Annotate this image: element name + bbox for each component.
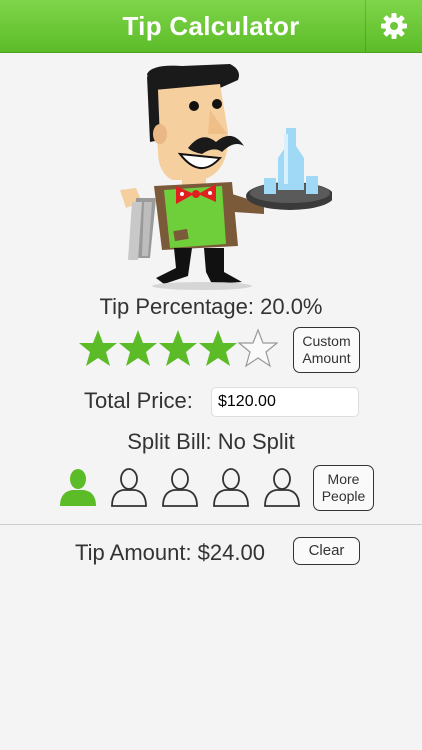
star-icon[interactable] [198,328,238,368]
person-outline-icon[interactable] [159,466,201,508]
total-price-input[interactable] [211,387,359,417]
person-outline-icon[interactable] [210,466,252,508]
star-icon[interactable] [78,328,118,368]
settings-button[interactable] [365,0,422,52]
clear-button[interactable]: Clear [293,537,360,565]
star-outline-icon[interactable] [238,328,278,368]
custom-amount-button[interactable]: Custom Amount [293,327,360,373]
person-outline-icon[interactable] [261,466,303,508]
waiter-illustration [120,64,332,290]
total-price-label: Total Price: [84,388,193,413]
more-people-button[interactable]: More People [313,465,374,511]
star-icon[interactable] [118,328,158,368]
tip-percentage-label: Tip Percentage: 20.0% [99,294,323,319]
star-icon[interactable] [158,328,198,368]
split-bill-label: Split Bill: No Split [127,429,295,454]
tip-amount-label: Tip Amount: $24.00 [75,540,265,565]
person-filled-icon[interactable] [57,466,99,508]
app-title: Tip Calculator [122,11,300,41]
nav-bar: Tip Calculator [0,0,422,53]
person-outline-icon[interactable] [108,466,150,508]
gear-icon [381,13,407,39]
divider [0,524,422,525]
